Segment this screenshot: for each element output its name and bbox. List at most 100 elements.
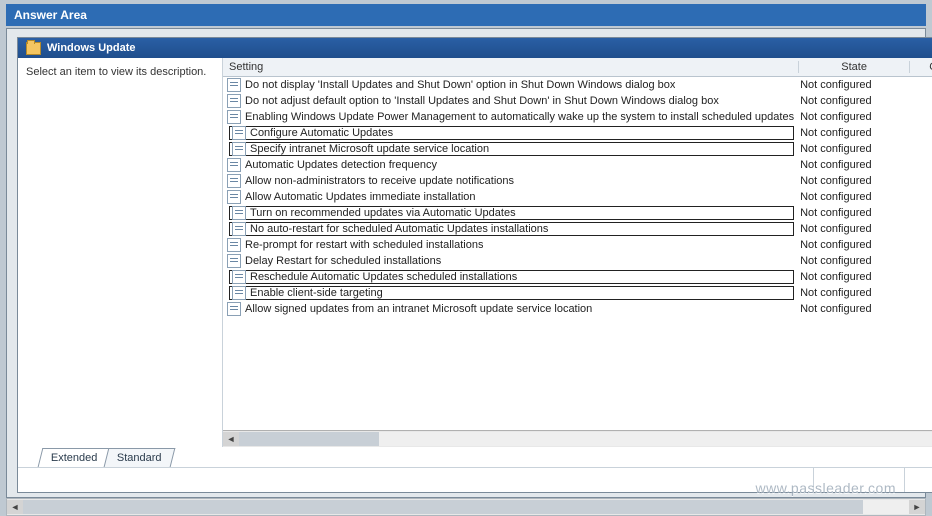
col-setting[interactable]: Setting xyxy=(223,61,799,73)
setting-state: Not configured xyxy=(794,175,910,187)
settings-rows: Do not display 'Install Updates and Shut… xyxy=(223,77,932,317)
setting-state: Not configured xyxy=(794,79,910,91)
setting-comment: No xyxy=(910,175,932,187)
column-headers: Setting State Comment xyxy=(223,58,932,77)
setting-state: Not configured xyxy=(794,255,910,267)
setting-name: Turn on recommended updates via Automati… xyxy=(250,207,516,219)
setting-name: Delay Restart for scheduled installation… xyxy=(245,255,441,267)
setting-state: Not configured xyxy=(794,207,910,219)
setting-comment: No xyxy=(910,271,932,283)
table-row[interactable]: Allow signed updates from an intranet Mi… xyxy=(223,301,932,317)
table-row[interactable]: Turn on recommended updates via Automati… xyxy=(223,205,932,221)
settings-list-pane: Setting State Comment Do not display 'In… xyxy=(222,58,932,447)
policy-icon xyxy=(227,94,241,108)
policy-icon xyxy=(227,254,241,268)
setting-state: Not configured xyxy=(794,287,910,299)
answer-area-title: Answer Area xyxy=(6,4,926,26)
policy-icon xyxy=(232,126,246,140)
policy-icon xyxy=(232,222,246,236)
table-row[interactable]: No auto-restart for scheduled Automatic … xyxy=(223,221,932,237)
list-horizontal-scrollbar[interactable]: ◄ ► xyxy=(223,430,932,447)
setting-comment: No xyxy=(910,191,932,203)
setting-comment: No xyxy=(910,111,932,123)
table-row[interactable]: Do not adjust default option to 'Install… xyxy=(223,93,932,109)
setting-state: Not configured xyxy=(794,143,910,155)
answer-area-label: Answer Area xyxy=(14,8,87,22)
table-row[interactable]: Enabling Windows Update Power Management… xyxy=(223,109,932,125)
setting-comment: No xyxy=(910,239,932,251)
setting-comment: No xyxy=(910,287,932,299)
page-scroll-thumb[interactable] xyxy=(23,500,863,514)
setting-comment: No xyxy=(910,79,932,91)
table-row[interactable]: Reschedule Automatic Updates scheduled i… xyxy=(223,269,932,285)
setting-name: Allow Automatic Updates immediate instal… xyxy=(245,191,476,203)
page-horizontal-scrollbar[interactable]: ◄ ► xyxy=(6,498,926,516)
setting-name: Re-prompt for restart with scheduled ins… xyxy=(245,239,483,251)
setting-comment: No xyxy=(910,143,932,155)
setting-state: Not configured xyxy=(794,95,910,107)
setting-name: Allow signed updates from an intranet Mi… xyxy=(245,303,592,315)
policy-icon xyxy=(227,190,241,204)
setting-state: Not configured xyxy=(794,159,910,171)
setting-name: Reschedule Automatic Updates scheduled i… xyxy=(250,271,517,283)
gpo-panel: Windows Update Select an item to view it… xyxy=(17,37,932,493)
setting-state: Not configured xyxy=(794,223,910,235)
setting-state: Not configured xyxy=(794,239,910,251)
setting-comment: No xyxy=(910,159,932,171)
policy-icon xyxy=(227,302,241,316)
watermark-text: www.passleader.com xyxy=(755,480,896,496)
table-row[interactable]: Delay Restart for scheduled installation… xyxy=(223,253,932,269)
setting-state: Not configured xyxy=(794,111,910,123)
tab-extended[interactable]: Extended xyxy=(38,448,111,467)
setting-name: Allow non-administrators to receive upda… xyxy=(245,175,514,187)
policy-icon xyxy=(232,270,246,284)
setting-state: Not configured xyxy=(794,271,910,283)
setting-comment: No xyxy=(910,127,932,139)
table-row[interactable]: Allow Automatic Updates immediate instal… xyxy=(223,189,932,205)
table-row[interactable]: Specify intranet Microsoft update servic… xyxy=(223,141,932,157)
setting-state: Not configured xyxy=(794,303,910,315)
tab-standard[interactable]: Standard xyxy=(104,448,175,467)
setting-name: Enabling Windows Update Power Management… xyxy=(245,111,794,123)
col-comment[interactable]: Comment xyxy=(910,61,932,73)
col-state[interactable]: State xyxy=(799,61,910,73)
setting-comment: No xyxy=(910,255,932,267)
panel-title: Windows Update xyxy=(47,42,136,54)
policy-icon xyxy=(227,238,241,252)
policy-icon xyxy=(232,142,246,156)
panel-title-bar: Windows Update xyxy=(18,38,932,58)
page-scroll-left-icon[interactable]: ◄ xyxy=(7,500,23,514)
setting-name: Specify intranet Microsoft update servic… xyxy=(250,143,489,155)
table-row[interactable]: Allow non-administrators to receive upda… xyxy=(223,173,932,189)
folder-icon xyxy=(26,42,41,55)
setting-name: Configure Automatic Updates xyxy=(250,127,393,139)
table-row[interactable]: Re-prompt for restart with scheduled ins… xyxy=(223,237,932,253)
table-row[interactable]: Configure Automatic Updates Not configure… xyxy=(223,125,932,141)
scroll-thumb[interactable] xyxy=(239,432,379,446)
policy-icon xyxy=(232,286,246,300)
setting-comment: No xyxy=(910,95,932,107)
description-prompt: Select an item to view its description. xyxy=(26,66,206,78)
outer-scroll-pane: Windows Update Select an item to view it… xyxy=(6,28,926,498)
view-tabs: Extended Standard xyxy=(18,447,932,467)
policy-icon xyxy=(227,174,241,188)
policy-icon xyxy=(227,110,241,124)
setting-comment: No xyxy=(910,223,932,235)
setting-state: Not configured xyxy=(794,191,910,203)
table-row[interactable]: Do not display 'Install Updates and Shut… xyxy=(223,77,932,93)
table-row[interactable]: Enable client-side targeting Not configur… xyxy=(223,285,932,301)
policy-icon xyxy=(227,78,241,92)
setting-name: Automatic Updates detection frequency xyxy=(245,159,437,171)
page-scroll-right-icon[interactable]: ► xyxy=(909,500,925,514)
table-row[interactable]: Automatic Updates detection frequency Not… xyxy=(223,157,932,173)
setting-name: No auto-restart for scheduled Automatic … xyxy=(250,223,548,235)
setting-comment: No xyxy=(910,207,932,219)
setting-name: Do not adjust default option to 'Install… xyxy=(245,95,719,107)
setting-name: Do not display 'Install Updates and Shut… xyxy=(245,79,675,91)
setting-name: Enable client-side targeting xyxy=(250,287,383,299)
policy-icon xyxy=(232,206,246,220)
scroll-left-icon[interactable]: ◄ xyxy=(223,432,239,446)
description-pane: Select an item to view its description. xyxy=(18,58,222,447)
setting-state: Not configured xyxy=(794,127,910,139)
setting-comment: No xyxy=(910,303,932,315)
